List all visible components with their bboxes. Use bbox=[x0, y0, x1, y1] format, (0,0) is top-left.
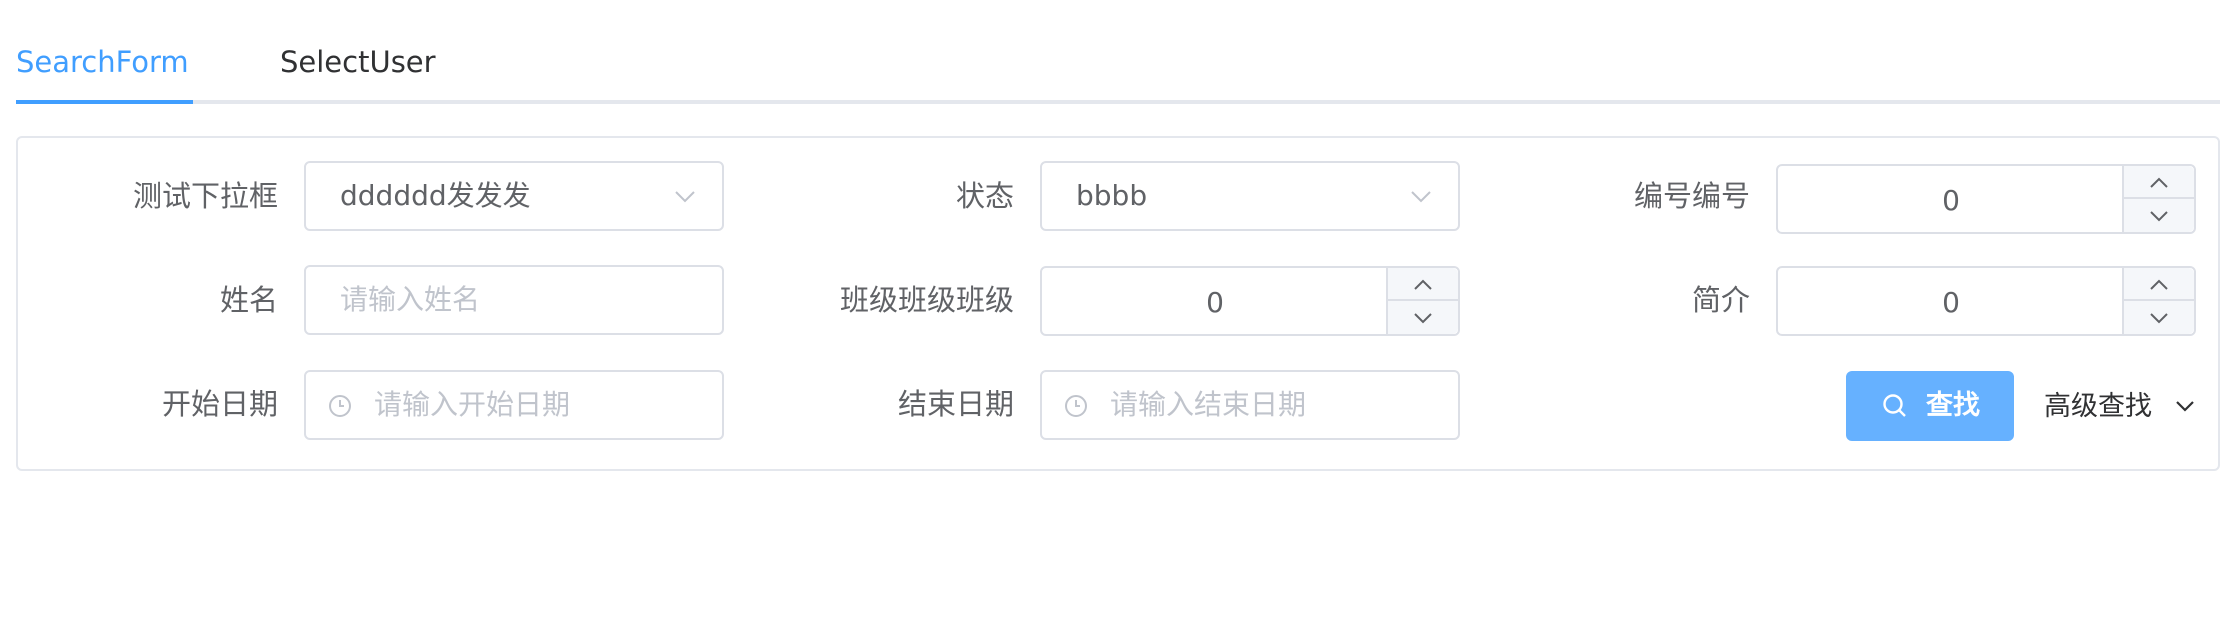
tab-searchform[interactable]: SearchForm bbox=[16, 40, 189, 84]
advanced-search-label: 高级查找 bbox=[2044, 391, 2152, 422]
number-decrease-button[interactable] bbox=[2124, 199, 2194, 232]
status-dropdown[interactable]: bbbb bbox=[1040, 161, 1460, 231]
start-date-picker[interactable]: 请输入开始日期 bbox=[304, 370, 724, 440]
tab-selectuser[interactable]: SelectUser bbox=[280, 40, 436, 84]
number-label: 编号编号 bbox=[1633, 179, 1750, 213]
chevron-up-icon bbox=[2150, 279, 2168, 290]
tab-divider bbox=[16, 100, 2220, 104]
end-date-placeholder: 请输入结束日期 bbox=[1110, 388, 1307, 421]
search-button-label: 查找 bbox=[1926, 390, 1980, 421]
class-input[interactable]: 0 bbox=[1040, 266, 1460, 336]
status-value: bbbb bbox=[1076, 179, 1148, 212]
clock-icon bbox=[329, 395, 351, 417]
number-value: 0 bbox=[1942, 184, 1960, 217]
chevron-down-icon bbox=[2176, 401, 2194, 412]
intro-increase-button[interactable] bbox=[2124, 268, 2194, 301]
intro-decrease-button[interactable] bbox=[2124, 301, 2194, 334]
chevron-down-icon bbox=[2150, 313, 2168, 324]
start-date-placeholder: 请输入开始日期 bbox=[374, 388, 571, 421]
intro-input[interactable]: 0 bbox=[1776, 266, 2196, 336]
search-button[interactable]: 查找 bbox=[1846, 371, 2014, 441]
number-input[interactable]: 0 bbox=[1776, 164, 2196, 234]
tab-bar: SearchForm SelectUser bbox=[16, 0, 2220, 106]
clock-icon bbox=[1065, 395, 1087, 417]
number-stepper bbox=[2122, 166, 2194, 232]
advanced-search-toggle[interactable]: 高级查找 bbox=[2044, 385, 2194, 429]
chevron-down-icon bbox=[1411, 191, 1431, 203]
chevron-down-icon bbox=[1414, 313, 1432, 324]
class-value: 0 bbox=[1206, 286, 1224, 319]
tab-active-indicator bbox=[16, 100, 193, 104]
number-increase-button[interactable] bbox=[2124, 166, 2194, 199]
intro-label: 简介 bbox=[1691, 283, 1750, 317]
chevron-up-icon bbox=[2150, 177, 2168, 188]
chevron-down-icon bbox=[675, 191, 695, 203]
name-label: 姓名 bbox=[219, 283, 278, 317]
class-decrease-button[interactable] bbox=[1388, 301, 1458, 334]
name-input[interactable]: 请输入姓名 bbox=[304, 265, 724, 335]
status-label: 状态 bbox=[955, 179, 1014, 213]
select-test-value: dddddd发发发 bbox=[340, 179, 531, 212]
select-test-label: 测试下拉框 bbox=[132, 179, 278, 213]
end-date-label: 结束日期 bbox=[897, 387, 1014, 421]
class-increase-button[interactable] bbox=[1388, 268, 1458, 301]
end-date-picker[interactable]: 请输入结束日期 bbox=[1040, 370, 1460, 440]
intro-value: 0 bbox=[1942, 286, 1960, 319]
search-icon bbox=[1883, 394, 1906, 417]
select-test-dropdown[interactable]: dddddd发发发 bbox=[304, 161, 724, 231]
start-date-label: 开始日期 bbox=[161, 387, 278, 421]
intro-stepper bbox=[2122, 268, 2194, 334]
chevron-down-icon bbox=[2150, 211, 2168, 222]
class-label: 班级班级班级 bbox=[839, 283, 1014, 317]
name-placeholder: 请输入姓名 bbox=[340, 283, 481, 316]
class-stepper bbox=[1386, 268, 1458, 334]
chevron-up-icon bbox=[1414, 279, 1432, 290]
